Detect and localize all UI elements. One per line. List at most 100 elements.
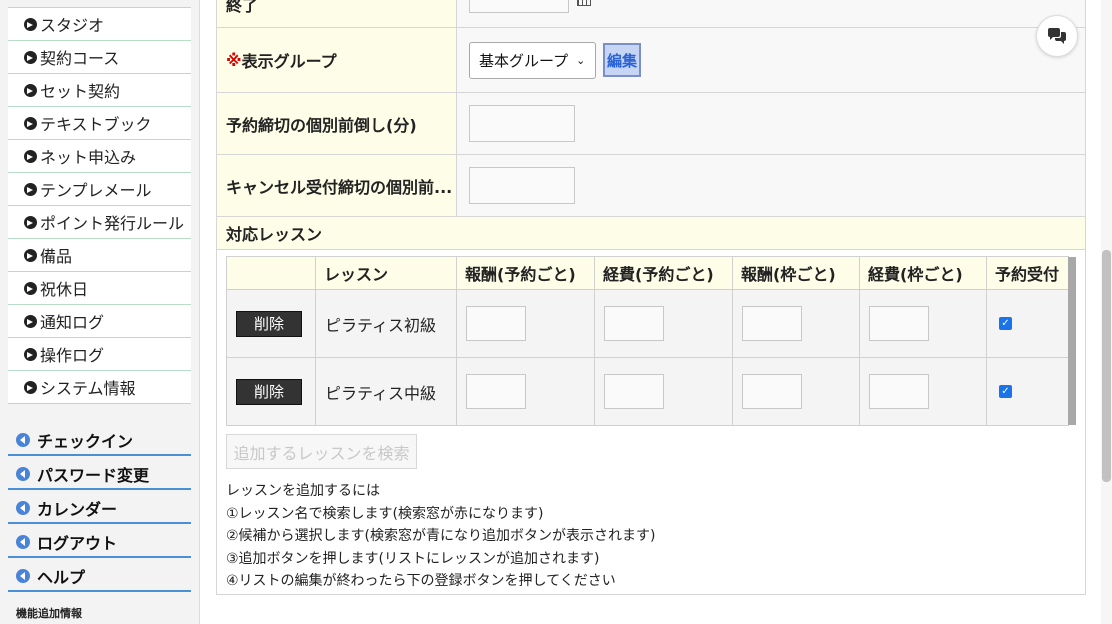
search-lesson-button: 追加するレッスンを検索 [226,434,417,469]
nav-calendar[interactable]: カレンダー [8,490,191,524]
column-header: 報酬(予約ごと) [456,256,595,290]
delete-button[interactable]: 削除 [236,378,302,405]
menu-item-equipment[interactable]: 備品 [8,239,191,272]
menu-item-label: 祝休日 [40,280,89,299]
menu-item-contract-course[interactable]: 契約コース [8,41,191,74]
menu-item-studio[interactable]: スタジオ [8,8,191,41]
help-text: レッスンを追加するには ①レッスン名で検索します(検索窓が赤になります) ②候補… [226,480,1085,593]
circle-arrow-right-icon [24,215,37,229]
circle-arrow-left-icon [16,467,30,481]
reward-per-booking-input[interactable] [466,374,526,409]
menu-item-label: 通知ログ [40,313,105,332]
column-header [226,256,316,290]
circle-arrow-right-icon [24,380,37,394]
deadline-label: 予約締切の個別前倒し(分) [217,93,457,154]
nav-label: チェックイン [37,432,134,451]
circle-arrow-right-icon [24,50,37,64]
cancel-deadline-label: キャンセル受付締切の個別前... [217,155,457,216]
lessons-section-title: 対応レッスン [216,217,1086,250]
feature-updates-link[interactable]: 機能追加情報 [16,605,82,621]
table-scrollbar[interactable] [1068,257,1076,425]
deadline-input[interactable] [469,105,575,142]
menu-item-textbook[interactable]: テキストブック [8,107,191,140]
delete-button[interactable]: 削除 [236,310,302,337]
end-time-input[interactable] [469,0,569,13]
chevron-down-icon: ⌄ [576,53,586,67]
menu-item-template-mail[interactable]: テンプレメール [8,173,191,206]
menu-item-label: テンプレメール [40,181,152,200]
reward-per-slot-input[interactable] [742,374,802,409]
circle-arrow-right-icon [24,83,37,97]
menu-item-label: 備品 [40,247,73,266]
reward-per-booking-input[interactable] [466,306,526,341]
menu-item-label: システム情報 [40,379,136,398]
required-mark: ※ [226,50,242,70]
cost-per-booking-input[interactable] [604,374,664,409]
accept-booking-checkbox[interactable]: ✓ [999,317,1012,330]
nav-checkin[interactable]: チェックイン [8,422,191,456]
circle-arrow-right-icon [24,347,37,361]
calendar-icon[interactable] [577,0,591,6]
circle-arrow-right-icon [24,248,37,262]
display-group-label: 表示グループ [241,52,337,71]
display-group-select[interactable]: 基本グループ ⌄ [469,41,596,79]
nav-help[interactable]: ヘルプ [8,558,191,592]
menu-item-label: テキストブック [40,115,152,134]
deadline-row: 予約締切の個別前倒し(分) [216,93,1086,155]
column-header: レッスン [315,256,457,290]
lessons-panel: レッスン 報酬(予約ごと) 経費(予約ごと) 報酬(枠ごと) 経費(枠ごと) 予… [216,250,1086,595]
table-row: 削除 ピラティス初級 ✓ [226,289,1069,358]
help-line: ④リストの編集が終わったら下の登録ボタンを押してください [226,573,616,589]
menu-item-set-contract[interactable]: セット契約 [8,74,191,107]
nav-change-password[interactable]: パスワード変更 [8,456,191,490]
chat-bubbles-icon [1048,28,1066,44]
menu-item-system-info[interactable]: システム情報 [8,371,191,404]
reward-per-slot-input[interactable] [742,306,802,341]
nav-label: パスワード変更 [37,466,150,485]
end-row: 終了 [216,0,1086,28]
account-nav: チェックイン パスワード変更 カレンダー ログアウト ヘルプ [8,422,191,592]
menu-item-point-rules[interactable]: ポイント発行ルール [8,206,191,239]
menu-item-holidays[interactable]: 祝休日 [8,272,191,305]
circle-arrow-right-icon [24,149,37,163]
nav-label: カレンダー [37,500,118,519]
circle-arrow-right-icon [24,182,37,196]
circle-arrow-left-icon [16,535,30,549]
circle-arrow-left-icon [16,501,30,515]
sidebar: スタジオ 契約コース セット契約 テキストブック ネット申込み テンプレメール … [0,0,200,624]
column-header: 報酬(枠ごと) [732,256,860,290]
table-row: 削除 ピラティス中級 ✓ [226,357,1069,426]
cost-per-booking-input[interactable] [604,306,664,341]
lesson-settings-form: 終了 ※ 表示グループ 基本グループ ⌄ 編集 予約締切の個別前倒し(分) キャ… [216,0,1086,595]
lesson-name: ピラティス初級 [315,289,457,358]
cost-per-slot-input[interactable] [869,306,929,341]
menu-item-notification-log[interactable]: 通知ログ [8,305,191,338]
circle-arrow-left-icon [16,433,30,447]
menu-item-label: スタジオ [40,16,105,35]
end-label: 終了 [217,0,457,27]
lesson-name: ピラティス中級 [315,357,457,426]
circle-arrow-right-icon [24,116,37,130]
cancel-deadline-input[interactable] [469,167,575,204]
nav-logout[interactable]: ログアウト [8,524,191,558]
menu-item-label: セット契約 [40,82,121,101]
cancel-deadline-row: キャンセル受付締切の個別前... [216,155,1086,217]
menu-item-operation-log[interactable]: 操作ログ [8,338,191,371]
display-group-row: ※ 表示グループ 基本グループ ⌄ 編集 [216,28,1086,93]
accept-booking-checkbox[interactable]: ✓ [999,385,1012,398]
circle-arrow-right-icon [24,314,37,328]
cost-per-slot-input[interactable] [869,374,929,409]
column-header: 予約受付 [986,256,1069,290]
menu-item-net-application[interactable]: ネット申込み [8,140,191,173]
edit-group-button[interactable]: 編集 [603,43,641,77]
circle-arrow-left-icon [16,569,30,583]
display-group-value: 基本グループ [479,51,569,70]
settings-menu: スタジオ 契約コース セット契約 テキストブック ネット申込み テンプレメール … [8,7,191,404]
nav-label: ログアウト [37,534,118,553]
page-scrollbar-thumb[interactable] [1102,250,1111,482]
chat-button[interactable] [1036,15,1078,57]
help-line: レッスンを追加するには [226,483,380,499]
menu-item-label: ポイント発行ルール [40,214,185,233]
column-header: 経費(予約ごと) [594,256,733,290]
menu-item-label: ネット申込み [40,148,137,167]
